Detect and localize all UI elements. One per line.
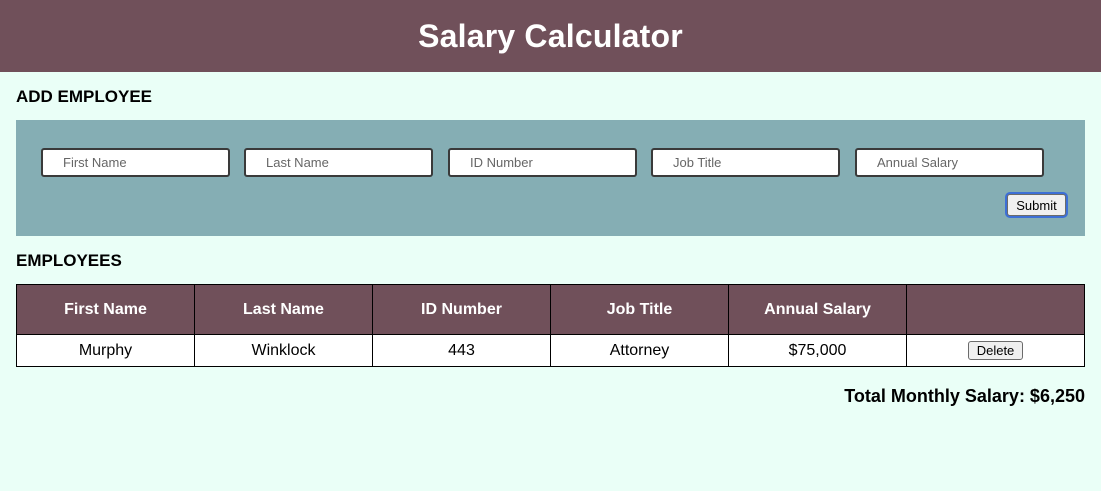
employees-heading: EMPLOYEES: [16, 251, 122, 270]
employees-table: First Name Last Name ID Number Job Title…: [16, 284, 1085, 367]
id-number-input[interactable]: [448, 148, 637, 177]
last-name-input[interactable]: [244, 148, 433, 177]
table-header-row: First Name Last Name ID Number Job Title…: [16, 284, 1085, 335]
add-employee-heading: ADD EMPLOYEE: [16, 87, 153, 106]
column-header-job-title: Job Title: [550, 284, 729, 335]
add-employee-form: Submit: [16, 120, 1085, 236]
column-header-first-name: First Name: [16, 284, 195, 335]
cell-last-name: Winklock: [194, 334, 373, 367]
column-header-id-number: ID Number: [372, 284, 551, 335]
annual-salary-input[interactable]: [855, 148, 1044, 177]
column-header-last-name: Last Name: [194, 284, 373, 335]
cell-actions: Delete: [906, 334, 1085, 367]
cell-id-number: 443: [372, 334, 551, 367]
first-name-input[interactable]: [41, 148, 230, 177]
column-header-actions: [906, 284, 1085, 335]
total-monthly-salary: Total Monthly Salary: $6,250: [844, 386, 1085, 406]
delete-button[interactable]: Delete: [968, 341, 1023, 360]
cell-first-name: Murphy: [16, 334, 195, 367]
app-header: Salary Calculator: [0, 0, 1101, 72]
cell-annual-salary: $75,000: [728, 334, 907, 367]
submit-button[interactable]: Submit: [1007, 194, 1066, 216]
job-title-input[interactable]: [651, 148, 840, 177]
table-row: Murphy Winklock 443 Attorney $75,000 Del…: [16, 334, 1085, 367]
column-header-annual-salary: Annual Salary: [728, 284, 907, 335]
cell-job-title: Attorney: [550, 334, 729, 367]
page-title: Salary Calculator: [418, 17, 683, 54]
